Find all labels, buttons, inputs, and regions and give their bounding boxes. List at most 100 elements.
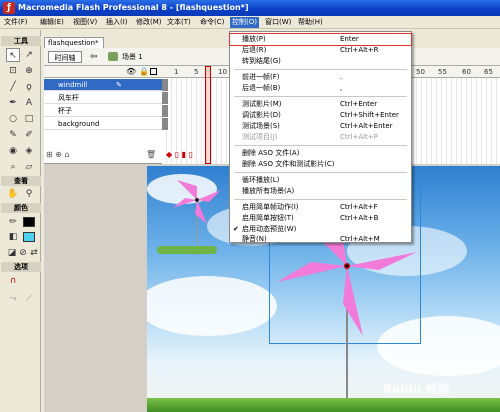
lasso-tool-icon[interactable]: ϙ	[22, 80, 36, 94]
menu-item-debug-movie[interactable]: 调试影片(D) Ctrl+Shift+Enter	[230, 110, 411, 121]
item-label: 测试项目(J)	[242, 133, 278, 141]
eye-icon[interactable]: 👁	[126, 67, 136, 76]
paint-bucket-icon[interactable]: ◈	[22, 144, 36, 158]
brush-tool-icon[interactable]: ✐	[22, 128, 36, 142]
menu-item-rewind[interactable]: 后退(R) Ctrl+Alt+R	[230, 45, 411, 56]
layer-name: 风车杆	[58, 94, 79, 102]
ink-bottle-icon[interactable]: ◉	[6, 144, 20, 158]
oval-tool-icon[interactable]: ○	[6, 112, 20, 126]
menu-commands[interactable]: 命令(C)	[198, 17, 226, 28]
menu-bar: 文件(F) 编辑(E) 视图(V) 插入(I) 修改(M) 文本(T) 命令(C…	[0, 16, 500, 29]
layer-pole[interactable]: 风车杆	[44, 92, 162, 104]
outline-icon[interactable]	[150, 68, 157, 75]
layer-windmill[interactable]: windmill ✎	[44, 79, 162, 91]
menu-item-test-scene[interactable]: 测试场景(S) Ctrl+Alt+Enter	[230, 121, 411, 132]
item-label: 播放所有场景(A)	[242, 187, 295, 195]
keyframe[interactable]	[162, 105, 168, 117]
eyedropper-icon[interactable]: ⌕	[6, 160, 20, 174]
menu-separator	[234, 172, 407, 173]
menu-item-play-all-scenes[interactable]: 播放所有场景(A)	[230, 186, 411, 197]
ruler-number: 50	[416, 68, 425, 76]
checkmark-icon: ✔	[233, 225, 239, 233]
stroke-color-swatch[interactable]	[23, 217, 35, 227]
menu-item-test-project[interactable]: 测试项目(J) Ctrl+Alt+P	[230, 132, 411, 143]
menu-item-loop-playback[interactable]: 循环播放(L)	[230, 175, 411, 186]
menu-item-live-preview[interactable]: ✔ 启用动态预览(W)	[230, 224, 411, 235]
selection-tool-icon[interactable]: ↖	[6, 48, 20, 62]
rectangle-tool-icon[interactable]: □	[22, 112, 36, 126]
menu-item-simple-buttons[interactable]: 启用简单按钮(T) Ctrl+Alt+B	[230, 213, 411, 224]
menu-modify[interactable]: 修改(M)	[134, 17, 164, 28]
menu-insert[interactable]: 插入(I)	[104, 17, 130, 28]
gradient-transform-icon[interactable]: ⊕	[22, 64, 36, 78]
menu-item-step-forward[interactable]: 前进一帧(F) .	[230, 72, 411, 83]
item-label: 删除 ASO 文件(A)	[242, 149, 300, 157]
item-shortcut: Ctrl+Alt+M	[340, 235, 380, 243]
swap-colors-icon[interactable]: ⇄	[27, 246, 41, 260]
timeline-button[interactable]: 时间轴	[48, 51, 82, 63]
item-label: 后退一帧(B)	[242, 84, 281, 92]
keyframe[interactable]	[162, 118, 168, 130]
menu-item-delete-aso-test[interactable]: 删除 ASO 文件和测试影片(C)	[230, 159, 411, 170]
item-shortcut: Ctrl+Enter	[340, 100, 378, 108]
item-label: 播放(P)	[242, 35, 266, 43]
add-layer-icon[interactable]: ⊞ ⊕ ⌂	[46, 150, 70, 159]
menu-item-delete-aso[interactable]: 删除 ASO 文件(A)	[230, 148, 411, 159]
tools-header: 工具	[1, 36, 41, 46]
zoom-tool-icon[interactable]: ⚲	[22, 187, 36, 201]
item-shortcut: Ctrl+Alt+R	[340, 46, 379, 54]
menu-edit[interactable]: 编辑(E)	[38, 17, 66, 28]
subselection-tool-icon[interactable]: ↗	[22, 48, 36, 62]
menu-control[interactable]: 控制(O)	[230, 17, 259, 28]
menu-item-test-movie[interactable]: 测试影片(M) Ctrl+Enter	[230, 99, 411, 110]
menu-item-go-to-end[interactable]: 转到结尾(G)	[230, 56, 411, 67]
layer-background[interactable]: background	[44, 118, 162, 130]
menu-window[interactable]: 窗口(W)	[263, 17, 293, 28]
item-label: 调试影片(D)	[242, 111, 281, 119]
line-tool-icon[interactable]: ╱	[6, 80, 20, 94]
item-label: 测试影片(M)	[242, 100, 282, 108]
layer-cup[interactable]: 杯子	[44, 105, 162, 117]
ruler-number: 60	[462, 68, 471, 76]
item-label: 启用简单按钮(T)	[242, 214, 294, 222]
menu-view[interactable]: 视图(V)	[71, 17, 99, 28]
document-tab[interactable]: flashquestion*	[44, 37, 104, 48]
menu-help[interactable]: 帮助(H)	[296, 17, 325, 28]
keyframe[interactable]	[162, 92, 168, 104]
eraser-icon[interactable]: ▱	[22, 160, 36, 174]
item-shortcut: Ctrl+Alt+P	[340, 133, 378, 141]
watermark: Baidu 经验	[383, 382, 450, 396]
layer-name: 杯子	[58, 107, 72, 115]
pencil-tool-icon[interactable]: ✎	[6, 128, 20, 142]
item-label: 启用简单帧动作(I)	[242, 203, 299, 211]
color-header: 颜色	[1, 203, 41, 213]
menu-item-mute[interactable]: 静音(N) Ctrl+Alt+M	[230, 235, 411, 243]
pen-tool-icon[interactable]: ✒	[6, 96, 20, 110]
hand-tool-icon[interactable]: ✋	[6, 187, 20, 201]
item-label: 后退(R)	[242, 46, 267, 54]
back-arrow-icon[interactable]: ⇦	[90, 51, 98, 63]
stroke-color-icon[interactable]: ✏	[6, 215, 20, 229]
keyframe[interactable]	[162, 79, 168, 91]
item-shortcut: .	[340, 73, 343, 81]
free-transform-icon[interactable]: ⊡	[6, 64, 20, 78]
lock-icon[interactable]: 🔒	[139, 67, 149, 76]
fill-color-swatch[interactable]	[23, 232, 35, 242]
menu-separator	[234, 199, 407, 200]
delete-layer-icon[interactable]: 🗑	[146, 150, 156, 159]
menu-item-play[interactable]: 播放(P) Enter	[229, 33, 412, 46]
item-shortcut: Enter	[340, 35, 359, 43]
onion-skin-icons[interactable]: ◆ ▯ ▮ ▯	[166, 150, 193, 159]
menu-file[interactable]: 文件(F)	[2, 17, 30, 28]
menu-item-step-backward[interactable]: 后退一帧(B) ,	[230, 83, 411, 94]
snap-magnet-icon[interactable]: ∩	[6, 274, 20, 288]
text-tool-icon[interactable]: A	[22, 96, 36, 110]
playhead[interactable]	[205, 66, 211, 164]
fill-color-icon[interactable]: ◧	[6, 230, 20, 244]
straighten-icon[interactable]: ⟋	[22, 292, 36, 306]
item-label: 删除 ASO 文件和测试影片(C)	[242, 160, 335, 168]
smooth-icon[interactable]: ⤳	[6, 292, 20, 306]
menu-text[interactable]: 文本(T)	[165, 17, 193, 28]
menu-item-simple-frame-actions[interactable]: 启用简单帧动作(I) Ctrl+Alt+F	[230, 202, 411, 213]
pencil-icon: ✎	[116, 81, 122, 89]
